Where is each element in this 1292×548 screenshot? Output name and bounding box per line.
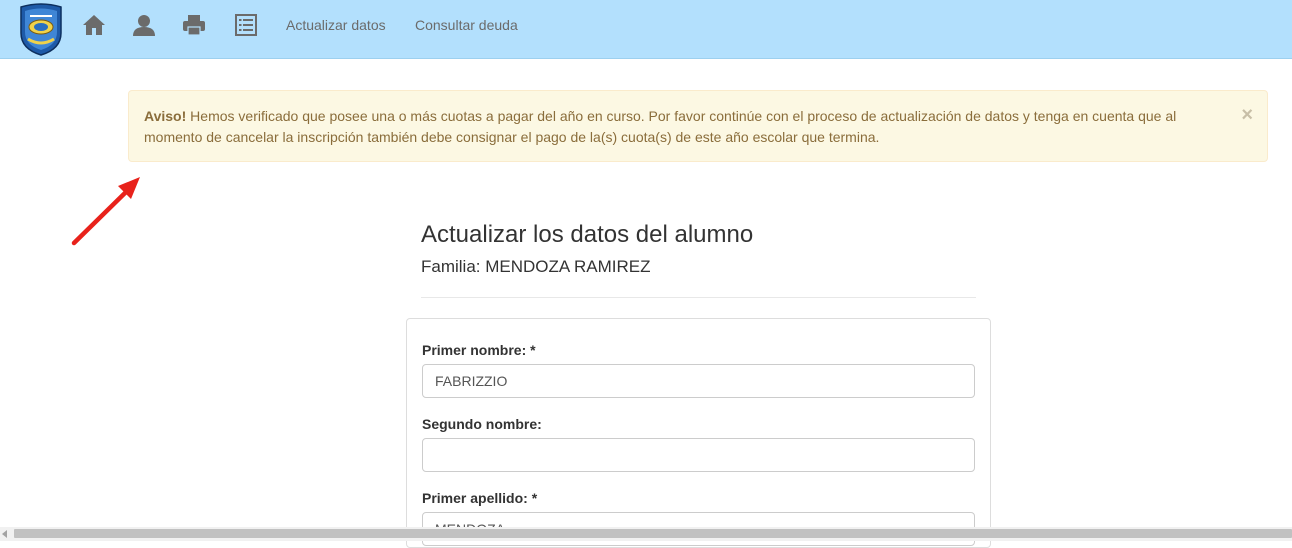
- nav-link-consultar-deuda[interactable]: Consultar deuda: [415, 17, 518, 33]
- school-logo[interactable]: [18, 3, 64, 56]
- warning-alert: Aviso! Hemos verificado que posee una o …: [128, 90, 1268, 162]
- home-icon[interactable]: [81, 12, 107, 38]
- top-navbar: Actualizar datos Consultar deuda: [0, 0, 1292, 59]
- first-name-label: Primer nombre: *: [422, 342, 536, 358]
- print-icon[interactable]: [181, 12, 207, 38]
- alert-strong: Aviso!: [144, 108, 187, 124]
- list-icon[interactable]: [233, 12, 259, 38]
- close-icon[interactable]: ×: [1241, 105, 1253, 125]
- middle-name-label: Segundo nombre:: [422, 416, 542, 432]
- middle-name-input[interactable]: [422, 438, 975, 472]
- red-arrow-annotation: [71, 177, 140, 246]
- student-form-panel: Primer nombre: * Segundo nombre: Primer …: [406, 318, 991, 548]
- page-title: Actualizar los datos del alumno: [421, 221, 754, 248]
- alert-message: Hemos verificado que posee una o más cuo…: [144, 108, 1177, 145]
- divider: [421, 297, 976, 298]
- horizontal-scrollbar[interactable]: [0, 527, 1292, 541]
- nav-link-actualizar-datos[interactable]: Actualizar datos: [286, 17, 386, 33]
- scrollbar-thumb[interactable]: [14, 529, 1292, 538]
- family-subtitle: Familia: MENDOZA RAMIREZ: [421, 257, 651, 276]
- first-name-input[interactable]: [422, 364, 975, 398]
- scroll-left-icon[interactable]: [2, 530, 7, 538]
- user-icon[interactable]: [131, 12, 157, 38]
- form-header: Actualizar los datos del alumno Familia:…: [421, 220, 976, 278]
- first-surname-label: Primer apellido: *: [422, 490, 538, 506]
